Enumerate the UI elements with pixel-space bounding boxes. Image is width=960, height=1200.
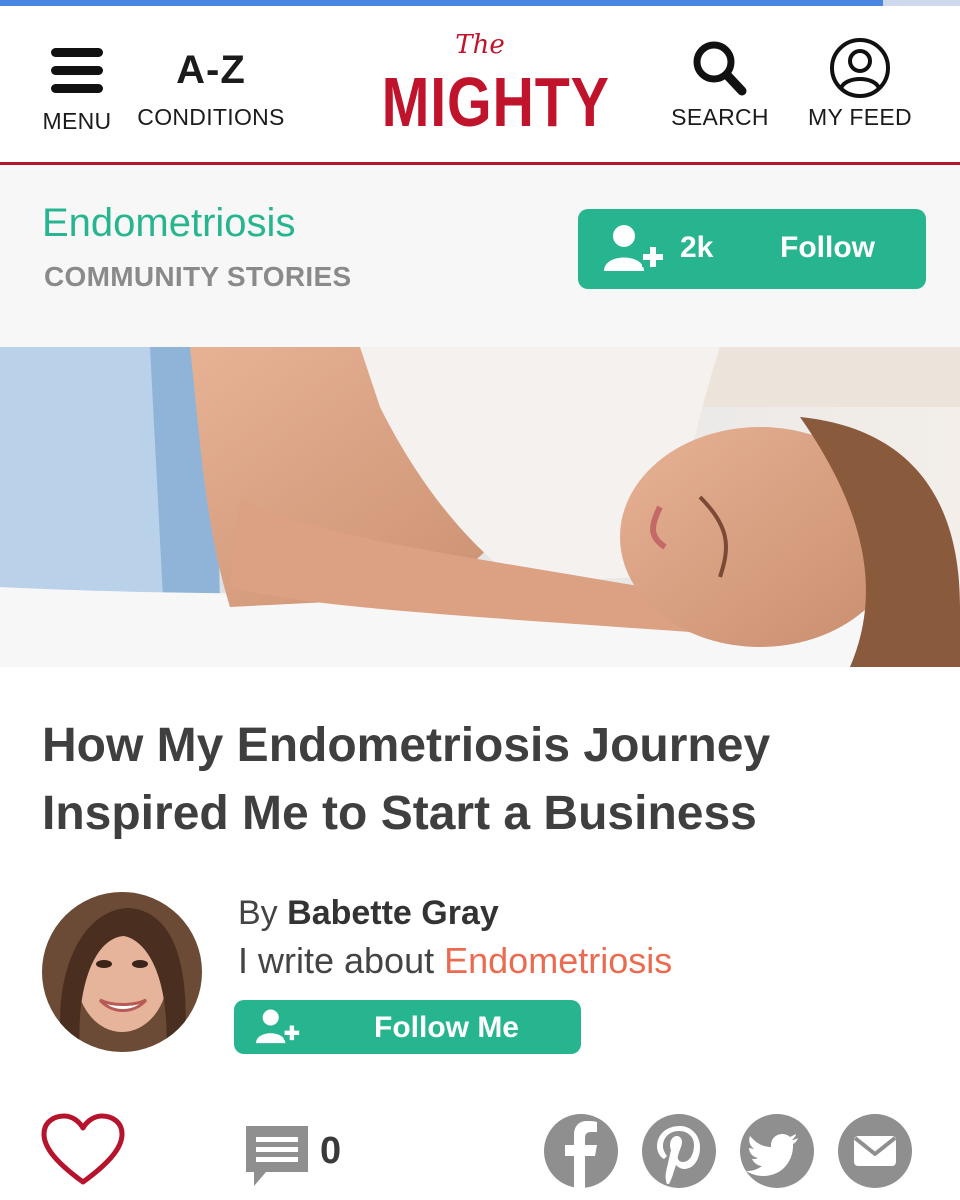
article-title: How My Endometriosis Journey Inspired Me…: [42, 719, 771, 840]
follow-author-button[interactable]: Follow Me: [234, 1000, 581, 1054]
az-glyph: A-Z: [176, 48, 246, 92]
author-avatar[interactable]: [42, 892, 202, 1052]
community-subtitle: COMMUNITY STORIES: [44, 261, 352, 292]
my-feed-button[interactable]: MY FEED: [800, 36, 920, 131]
follow-label: Follow: [780, 231, 875, 264]
share-email-button[interactable]: [838, 1114, 912, 1188]
share-pinterest-button[interactable]: [642, 1114, 716, 1188]
search-button[interactable]: SEARCH: [668, 36, 772, 131]
user-circle-icon: [800, 36, 920, 104]
add-user-icon: [602, 223, 666, 280]
conditions-az-button[interactable]: A-Z CONDITIONS: [135, 36, 287, 131]
comment-count: 0: [320, 1130, 342, 1172]
byline-prefix: By: [238, 894, 278, 932]
the-mighty-logo[interactable]: The MIGHTY: [360, 30, 610, 150]
author-name-link[interactable]: Babette Gray: [287, 894, 499, 932]
community-band: Endometriosis COMMUNITY STORIES 2k Follo…: [0, 165, 960, 347]
site-header: MENU A-Z CONDITIONS The MIGHTY SEARCH MY…: [0, 6, 960, 162]
follower-count: 2k: [680, 231, 714, 264]
share-facebook-button[interactable]: [544, 1114, 618, 1188]
conditions-label: CONDITIONS: [137, 104, 285, 130]
search-icon: [668, 36, 772, 104]
follow-community-button[interactable]: 2k Follow: [578, 209, 926, 289]
topic-link[interactable]: Endometriosis: [444, 940, 672, 981]
comments-button[interactable]: [244, 1124, 310, 1195]
like-button[interactable]: [40, 1112, 126, 1193]
my-feed-label: MY FEED: [808, 104, 912, 130]
writes-prefix: I write about: [238, 940, 435, 981]
search-label: SEARCH: [671, 104, 769, 130]
follow-me-label: Follow Me: [374, 1011, 519, 1044]
add-user-icon: [254, 1008, 302, 1051]
hamburger-icon: [51, 44, 103, 100]
community-name-link[interactable]: Endometriosis: [42, 201, 295, 246]
logo-mighty-text: MIGHTY: [381, 63, 610, 141]
author-topics: I write about Endometriosis: [238, 940, 672, 982]
comment-icon: [244, 1126, 310, 1194]
logo-the-text: The: [455, 30, 505, 60]
heart-icon: [40, 1113, 126, 1192]
author-byline: By Babette Gray: [238, 894, 499, 933]
article-hero-image: [0, 347, 960, 667]
share-twitter-button[interactable]: [740, 1114, 814, 1188]
menu-label: MENU: [42, 108, 112, 134]
menu-button[interactable]: MENU: [36, 36, 118, 135]
